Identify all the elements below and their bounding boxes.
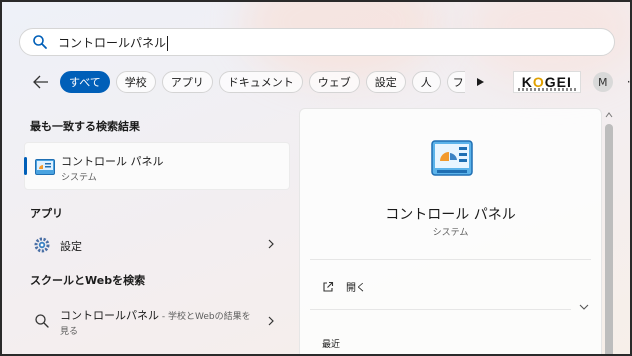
preview-panel: コントロール パネル システム 開く 最近 bbox=[299, 108, 602, 354]
preview-subtitle: システム bbox=[432, 228, 469, 238]
result-settings[interactable]: 設定 bbox=[24, 230, 290, 260]
control-panel-icon bbox=[35, 159, 55, 175]
web-result-title: コントロールパネル bbox=[60, 309, 159, 322]
gear-icon bbox=[34, 237, 50, 253]
filter-chip-school[interactable]: 学校 bbox=[115, 71, 156, 93]
best-match-subtitle: システム bbox=[61, 173, 97, 183]
best-match-title: コントロール パネル bbox=[61, 155, 164, 168]
selection-indicator bbox=[24, 157, 27, 175]
apps-heading: アプリ bbox=[30, 207, 63, 220]
filter-chip-all[interactable]: すべて bbox=[60, 71, 110, 93]
open-label: 開く bbox=[346, 283, 366, 294]
search-query: コントロールパネル bbox=[58, 35, 167, 50]
filter-chip-settings[interactable]: 設定 bbox=[365, 71, 406, 93]
open-external-icon bbox=[323, 281, 334, 292]
chevron-down-icon[interactable] bbox=[579, 303, 589, 311]
filter-bar: すべて 学校 アプリ ドキュメント ウェブ 設定 人 フ KOGEI M ··· bbox=[32, 70, 630, 94]
web-result-line2: 見る bbox=[60, 327, 79, 337]
divider bbox=[310, 259, 591, 260]
start-search-window: コントロールパネル すべて 学校 アプリ ドキュメント ウェブ 設定 人 フ K… bbox=[2, 2, 630, 354]
preview-scrollbar[interactable] bbox=[602, 108, 616, 354]
scrollbar-thumb[interactable] bbox=[605, 124, 613, 354]
control-panel-icon bbox=[431, 140, 473, 176]
account-avatar[interactable]: M bbox=[592, 72, 613, 92]
search-input[interactable]: コントロールパネル bbox=[58, 34, 169, 51]
open-action[interactable]: 開く bbox=[322, 279, 366, 294]
preview-title: コントロール パネル bbox=[385, 207, 516, 223]
chevron-right-icon[interactable] bbox=[266, 315, 276, 327]
organization-logo: KOGEI bbox=[512, 71, 581, 93]
more-options-icon[interactable]: ··· bbox=[627, 75, 630, 89]
filter-chip-apps[interactable]: アプリ bbox=[161, 71, 213, 93]
filter-chip-web[interactable]: ウェブ bbox=[308, 71, 360, 93]
chevron-right-icon[interactable] bbox=[266, 238, 276, 250]
result-web-search[interactable]: コントロールパネル - 学校とWebの結果を 見る bbox=[24, 304, 290, 344]
scroll-filters-right-icon[interactable] bbox=[473, 75, 487, 89]
best-match-result[interactable]: コントロール パネル システム bbox=[24, 142, 290, 190]
search-box[interactable]: コントロールパネル bbox=[19, 28, 615, 56]
settings-label: 設定 bbox=[60, 240, 82, 253]
divider bbox=[310, 309, 571, 310]
text-caret bbox=[167, 35, 169, 51]
back-arrow-icon[interactable] bbox=[32, 73, 50, 91]
web-search-heading: スクールとWebを検索 bbox=[30, 274, 146, 287]
logo-subtitle-decoration bbox=[517, 88, 576, 91]
search-icon bbox=[35, 314, 49, 328]
best-match-heading: 最も一致する検索結果 bbox=[30, 120, 140, 133]
filter-chip-documents[interactable]: ドキュメント bbox=[218, 71, 303, 93]
recent-heading: 最近 bbox=[322, 340, 341, 350]
web-result-hint: - 学校とWebの結果を bbox=[159, 312, 251, 322]
filter-chip-people[interactable]: 人 bbox=[411, 71, 441, 93]
search-icon bbox=[33, 35, 47, 49]
filter-chip-folders[interactable]: フ bbox=[446, 71, 465, 93]
scroll-up-icon[interactable] bbox=[605, 111, 613, 119]
